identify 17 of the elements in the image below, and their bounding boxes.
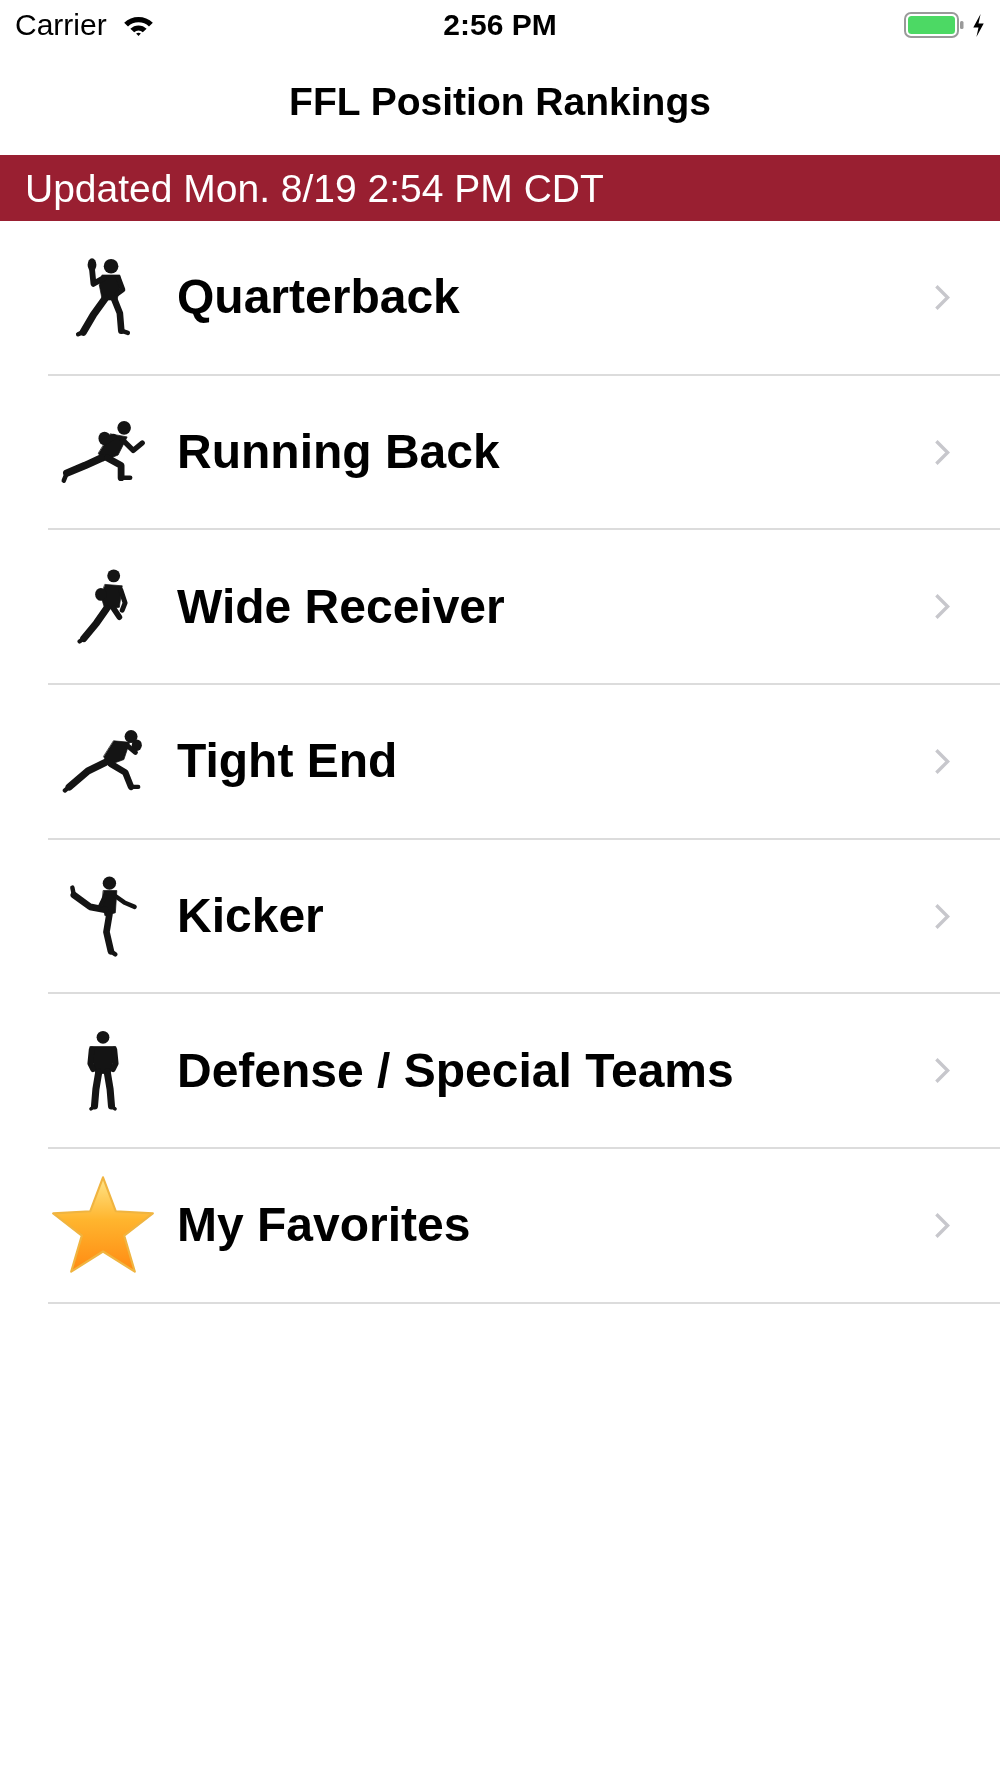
wifi-icon xyxy=(122,14,154,36)
chevron-right-icon xyxy=(934,902,950,930)
navigation-title: FFL Position Rankings xyxy=(289,79,711,126)
chevron-right-icon xyxy=(934,1211,950,1239)
battery-icon xyxy=(904,12,964,38)
chevron-right-icon xyxy=(934,438,950,466)
update-timestamp: Updated Mon. 8/19 2:54 PM CDT xyxy=(25,168,604,208)
status-time: 2:56 PM xyxy=(443,10,557,40)
chevron-right-icon xyxy=(934,1057,950,1085)
kicking-player-icon xyxy=(68,874,138,958)
chevron-right-icon xyxy=(934,283,950,311)
chevron-right-icon xyxy=(934,747,950,775)
carrier-name: Carrier xyxy=(15,10,107,40)
standing-player-icon xyxy=(86,1029,120,1112)
running-player-icon xyxy=(62,727,144,796)
chevron-right-icon xyxy=(934,593,950,621)
charging-bolt-icon xyxy=(972,13,985,37)
